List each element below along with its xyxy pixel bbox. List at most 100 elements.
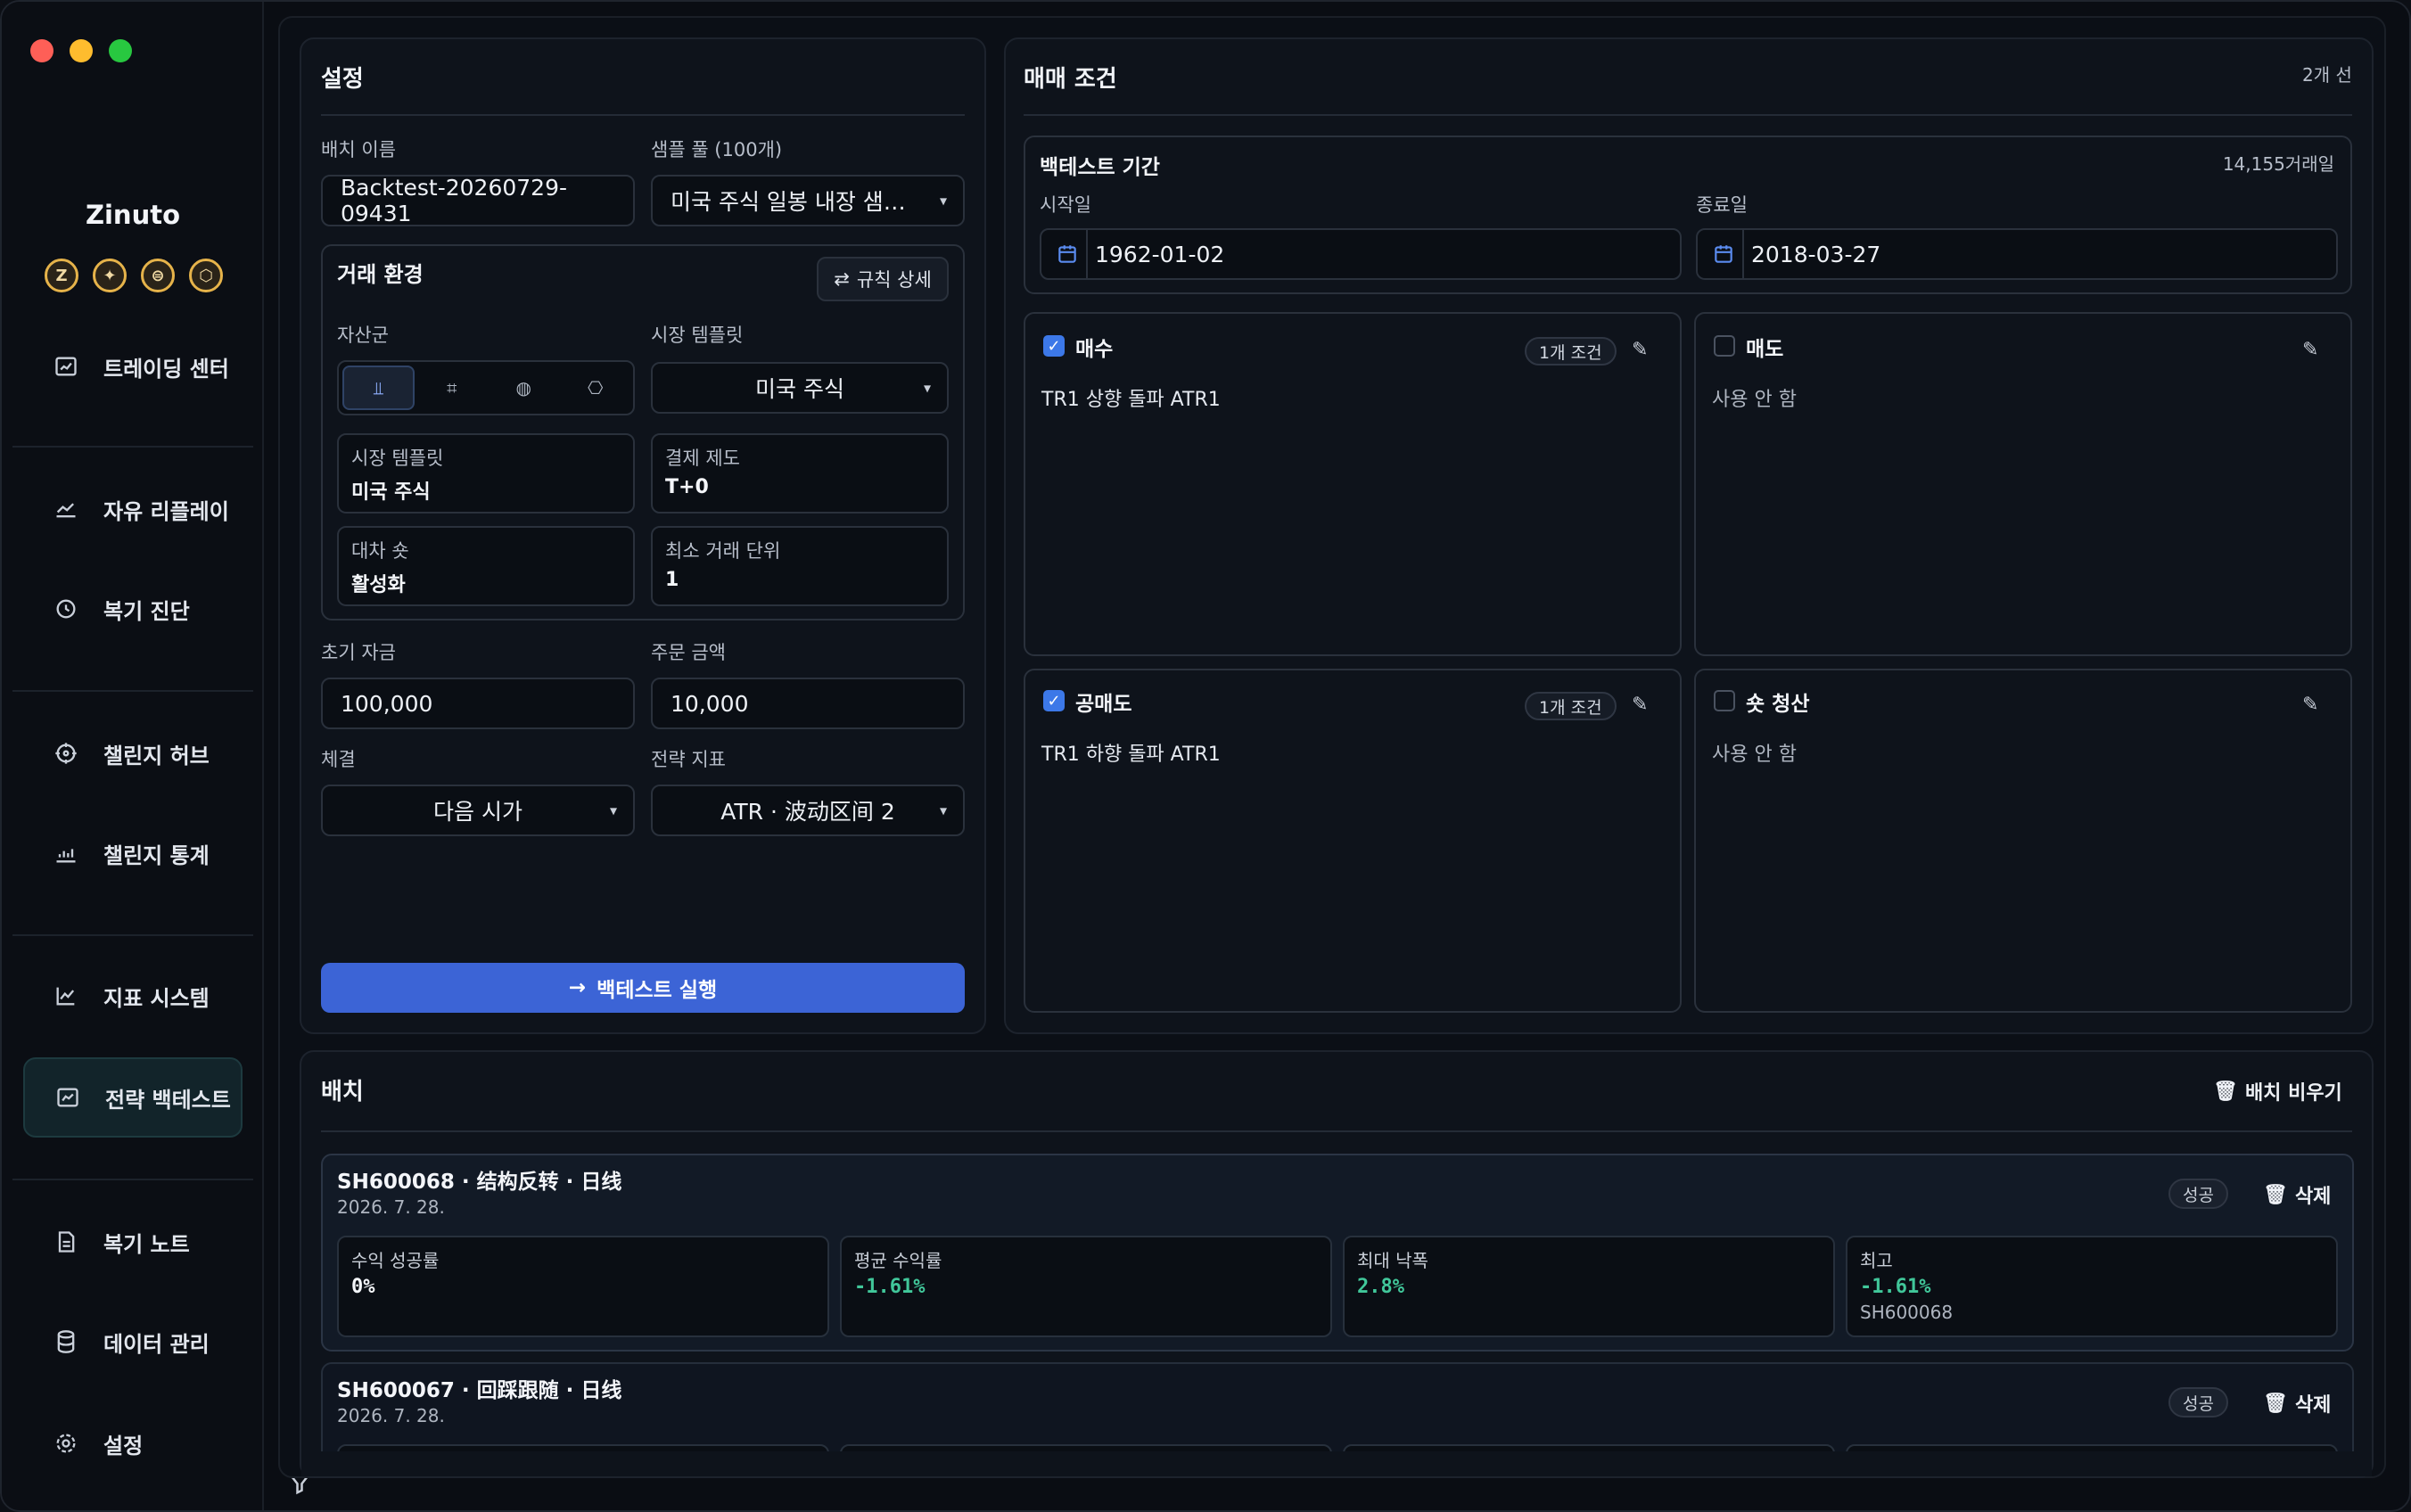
batch-row[interactable]: SH600068 · 结构反转 · 日线 2026. 7. 28. 성공 🗑 삭… xyxy=(321,1154,2354,1352)
start-date-input[interactable]: 1962-01-02 xyxy=(1040,228,1682,280)
sidebar-item-data-management[interactable]: 데이터 관리 xyxy=(23,1302,243,1382)
rules-detail-label: 규칙 상세 xyxy=(856,269,932,291)
info-value: 1 xyxy=(665,569,679,591)
metric-key: 수익 성공률 xyxy=(351,1250,440,1271)
buy-condition-count: 1개 조건 xyxy=(1525,337,1617,366)
sidebar-item-label: 챌린지 통계 xyxy=(103,842,210,868)
metric-value: 0% xyxy=(351,1276,375,1298)
info-value: T+0 xyxy=(665,476,709,498)
period-title: 백테스트 기간 xyxy=(1040,156,1160,179)
line-chart-icon xyxy=(52,982,80,1010)
short-checkbox[interactable]: ✓ xyxy=(1043,690,1065,711)
sample-pool-value: 미국 주식 일봉 내장 샘… xyxy=(671,189,906,215)
run-backtest-label: 백테스트 실행 xyxy=(597,979,718,1002)
end-date-value: 2018-03-27 xyxy=(1751,241,1881,267)
trading-days-count: 14,155거래일 xyxy=(2222,153,2334,175)
sidebar-item-review-notes[interactable]: 복기 노트 xyxy=(23,1202,243,1282)
sidebar-item-strategy-backtest[interactable]: 전략 백테스트 xyxy=(23,1057,243,1138)
status-badge: 성공 xyxy=(2168,1179,2228,1209)
cover-condition-text: 사용 안 함 xyxy=(1712,744,1797,766)
chevron-down-icon: ▾ xyxy=(939,801,947,819)
info-short-selling: 대차 숏 활성화 xyxy=(337,526,635,606)
end-date-input[interactable]: 2018-03-27 xyxy=(1696,228,2338,280)
metric-key: 최고 xyxy=(1860,1250,1893,1271)
asset-global-icon[interactable]: ◍ xyxy=(490,366,558,410)
metric-subtext: SH600068 xyxy=(1860,1302,1954,1323)
sidebar-item-label: 챌린지 허브 xyxy=(103,743,210,768)
indicator-select[interactable]: ATR · 波动区间 2 ▾ xyxy=(651,785,965,836)
input-divider xyxy=(1742,230,1744,278)
market-template-select[interactable]: 미국 주식 ▾ xyxy=(651,362,949,414)
zoom-window-button[interactable] xyxy=(109,39,132,62)
buy-condition-text: TR1 상향 돌파 ATR1 xyxy=(1041,389,1221,411)
batch-row-date: 2026. 7. 28. xyxy=(337,1405,445,1426)
database-icon xyxy=(52,1327,80,1356)
market-template-value: 미국 주식 xyxy=(755,376,844,402)
arrow-right-icon: → xyxy=(568,976,587,999)
sidebar-item-label: 지표 시스템 xyxy=(103,985,210,1011)
buy-name: 매수 xyxy=(1075,338,1114,361)
start-date-value: 1962-01-02 xyxy=(1095,241,1225,267)
brand-badge-icon[interactable]: ✦ xyxy=(93,259,127,292)
edit-pencil-icon[interactable]: ✎ xyxy=(1632,339,1648,361)
initial-capital-input[interactable]: 100,000 xyxy=(321,678,635,729)
sidebar-item-challenge-stats[interactable]: 챌린지 통계 xyxy=(23,813,243,893)
delete-button[interactable]: 🗑 삭제 xyxy=(2263,1389,2331,1418)
fill-select[interactable]: 다음 시가 ▾ xyxy=(321,785,635,836)
close-window-button[interactable] xyxy=(30,39,53,62)
order-amount-input[interactable]: 10,000 xyxy=(651,678,965,729)
sidebar-item-challenge-hub[interactable]: 챌린지 허브 xyxy=(23,713,243,793)
edit-pencil-icon[interactable]: ✎ xyxy=(1632,694,1648,716)
run-backtest-button[interactable]: → 백테스트 실행 xyxy=(321,963,965,1013)
sell-checkbox[interactable] xyxy=(1714,335,1735,357)
info-key: 시장 템플릿 xyxy=(351,448,444,469)
gear-icon xyxy=(52,1429,80,1458)
sidebar-item-label: 설정 xyxy=(103,1433,144,1459)
chevron-down-icon: ▾ xyxy=(609,801,617,819)
brand-badge-icon[interactable]: Z xyxy=(45,259,78,292)
status-badge: 성공 xyxy=(2168,1387,2228,1418)
asset-futures-icon[interactable]: ⌗ xyxy=(418,366,487,410)
sidebar: Zinuto Z ✦ ⊜ ⬡ 트레이딩 센터 자유 리플레이 복기 진단 챌린지… xyxy=(2,2,312,1510)
delete-button[interactable]: 🗑 삭제 xyxy=(2263,1180,2331,1209)
conditions-title: 매매 조건 xyxy=(1024,66,1117,93)
stats-icon xyxy=(52,839,80,867)
indicator-value: ATR · 波动区间 2 xyxy=(720,799,895,825)
metric-key: 최대 낙폭 xyxy=(1357,1250,1428,1271)
fill-value: 다음 시가 xyxy=(433,799,523,825)
asset-stocks-icon[interactable]: ⫫ xyxy=(342,366,415,410)
minimize-window-button[interactable] xyxy=(70,39,93,62)
brand-badge-icon[interactable]: ⬡ xyxy=(189,259,223,292)
calendar-icon xyxy=(1056,242,1079,271)
trash-icon: 🗑 xyxy=(2263,1392,2288,1415)
edit-pencil-icon[interactable]: ✎ xyxy=(2302,339,2318,361)
sidebar-item-indicator-system[interactable]: 지표 시스템 xyxy=(23,956,243,1036)
metric-max-drawdown: 최대 낙폭 2.8% xyxy=(1343,1236,1835,1337)
delete-label: 삭제 xyxy=(2294,1394,2332,1417)
edit-pencil-icon[interactable]: ✎ xyxy=(2302,694,2318,716)
sidebar-item-free-replay[interactable]: 자유 리플레이 xyxy=(23,469,243,549)
sidebar-item-label: 자유 리플레이 xyxy=(103,498,229,524)
clear-batch-button[interactable]: 🗑 배치 비우기 xyxy=(2213,1077,2342,1105)
order-amount-label: 주문 금액 xyxy=(651,642,726,663)
scroll-clip xyxy=(301,1451,2372,1476)
brand-badge-icon[interactable]: ⊜ xyxy=(141,259,175,292)
cover-checkbox[interactable] xyxy=(1714,690,1735,711)
sidebar-item-settings[interactable]: 설정 xyxy=(23,1403,243,1483)
rules-detail-button[interactable]: ⇄ 규칙 상세 xyxy=(817,257,949,301)
asset-crypto-icon[interactable]: ⎔ xyxy=(562,366,630,410)
batch-name-label: 배치 이름 xyxy=(321,139,396,160)
brand-badges: Z ✦ ⊜ ⬡ xyxy=(45,259,223,292)
batch-name-input[interactable]: Backtest-20260729-09431 xyxy=(321,175,635,226)
indicator-label: 전략 지표 xyxy=(651,749,726,770)
start-date-label: 시작일 xyxy=(1040,194,1091,216)
buy-checkbox[interactable]: ✓ xyxy=(1043,335,1065,357)
trading-env-title: 거래 환경 xyxy=(337,262,424,287)
short-condition-count: 1개 조건 xyxy=(1525,692,1617,720)
sidebar-item-label: 복기 진단 xyxy=(103,598,190,624)
sidebar-item-review-diagnosis[interactable]: 복기 진단 xyxy=(23,569,243,649)
sidebar-item-trading-center[interactable]: 트레이딩 센터 xyxy=(23,326,243,407)
sample-pool-label: 샘플 풀 (100개) xyxy=(651,139,783,160)
condition-card-sell xyxy=(1694,312,2352,656)
sample-pool-select[interactable]: 미국 주식 일봉 내장 샘… ▾ xyxy=(651,175,965,226)
